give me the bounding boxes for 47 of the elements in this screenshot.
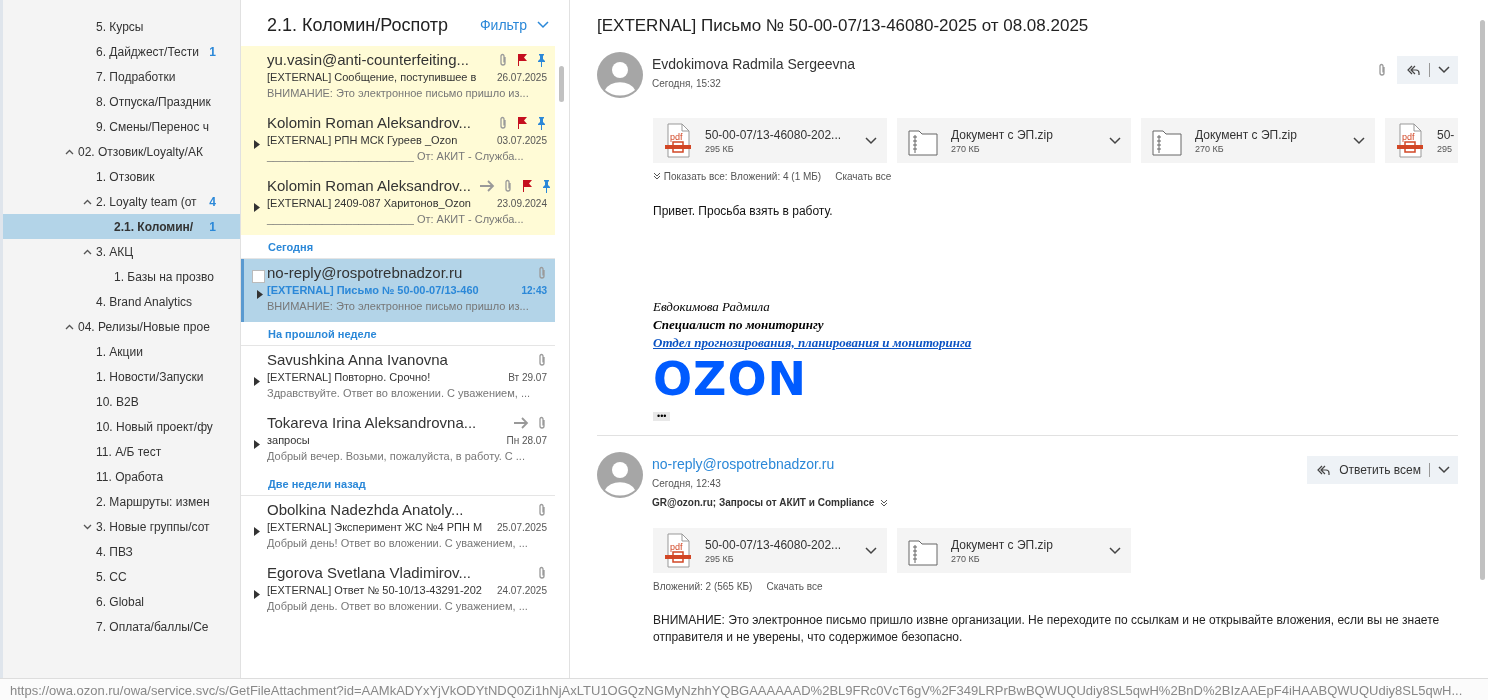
attachments-summary: Вложений: 2 (565 КБ) (653, 581, 753, 592)
company-logo: OZON (653, 356, 809, 402)
message-subject: [EXTERNAL] Письмо № 50-00-07/13-460 (267, 284, 479, 296)
folder-title: 2.1. Коломин/Роспотр (267, 14, 450, 36)
message-time: Сегодня, 15:32 (652, 78, 722, 89)
message-date: 03.07.2025 (495, 134, 547, 146)
sender-name: yu.vasin@anti-counterfeiting... (267, 51, 470, 68)
message-subject: [EXTERNAL] Ответ № 50-10/13-43291-202 (267, 584, 482, 596)
message-subject: [EXTERNAL] Повторно. Срочно! (267, 371, 431, 383)
sender-name: Kolomin Roman Aleksandrov... (267, 177, 471, 194)
message-preview: ________________________ От: АКИТ - Служба... (267, 150, 525, 162)
message-date: Вт 29.07 (507, 371, 547, 383)
message-date: Пн 28.07 (505, 434, 547, 446)
sender-name: Savushkina Anna Ivanovna (267, 351, 449, 368)
sender-name: Obolkina Nadezhda Anatoly... (267, 501, 465, 518)
message-subject: [EXTERNAL] РПН МСК Гуреев _Ozon (267, 134, 458, 146)
signature-position: Специалист по мониторингу (653, 316, 825, 334)
message-subject: [EXTERNAL] Письмо № 50-00-07/13-46080-2025 от 08.08.2025 (597, 16, 1090, 36)
message-subject: [EXTERNAL] Эксперимент ЖС №4 РПН М (267, 521, 483, 533)
sender-name: Egorova Svetlana Vladimirov... (267, 564, 472, 581)
message-date: 24.07.2025 (495, 584, 547, 596)
message-subject: [EXTERNAL] 2409-087 Харитонов_Ozon (267, 197, 471, 209)
message-preview: Добрый день! Ответ во вложении. С уважением, ... (267, 537, 529, 549)
message-subject: [EXTERNAL] Сообщение, поступившее в (267, 71, 477, 83)
recipients: GR@ozon.ru; Запросы от АКИТ и Compliance (652, 497, 875, 508)
message-body: ВНИМАНИЕ: Это электронное письмо пришло извне организации. Не переходите по ссылкам и не открывайте вложения, если вы не знаете отправителя и не уверены, что содержимое безопасно. (653, 612, 1441, 646)
message-date: 12:43 (520, 284, 547, 296)
sender-name: Evdokimova Radmila Sergeevna (652, 56, 857, 72)
message-preview: ВНИМАНИЕ: Это электронное письмо пришло из... (267, 87, 530, 99)
message-preview: Добрый вечер. Возьми, пожалуйста, в работу. С ... (267, 450, 526, 462)
message-subject: запросы (267, 434, 310, 446)
message-body: Привет. Просьба взять в работу. (653, 204, 834, 218)
link-url-tooltip: https://owa.ozon.ru/owa/service.svc/s/GetFileAttachment?id=AAMkADYxYjVkODYtNDQ0Zi1hNjAxLTU1OGQzNGMyNzhhYQBGAAAAAAD%2BL9FRc0VcT6gV%2F349LRPrBwBQWUQUdiy8SL5qwH%2BnD%2BIzAAEpF4iHAABQWUQUdiy8SL5qwH... (0, 678, 1488, 700)
message-preview: Здравствуйте. Ответ во вложении. С уважением, ... (267, 387, 532, 399)
signature-name: Евдокимова Радмила (653, 298, 771, 316)
sender-name: no-reply@rospotrebnadzor.ru (267, 264, 464, 281)
message-time: Сегодня, 12:43 (652, 478, 722, 489)
message-preview: ВНИМАНИЕ: Это электронное письмо пришло из... (267, 300, 530, 312)
sender-name: Kolomin Roman Aleksandrov... (267, 114, 472, 131)
group-header: На прошлой неделе (241, 322, 555, 346)
sender-name: Tokareva Irina Aleksandrovna... (267, 414, 478, 431)
message-preview: Добрый день. Ответ во вложении. С уважением, ... (267, 600, 529, 612)
group-header: Две недели назад (241, 472, 555, 496)
message-preview: ________________________ От: АКИТ - Служба... (267, 213, 525, 225)
message-date: 26.07.2025 (495, 71, 547, 83)
message-date: 25.07.2025 (495, 521, 547, 533)
message-date: 23.09.2024 (495, 197, 547, 209)
